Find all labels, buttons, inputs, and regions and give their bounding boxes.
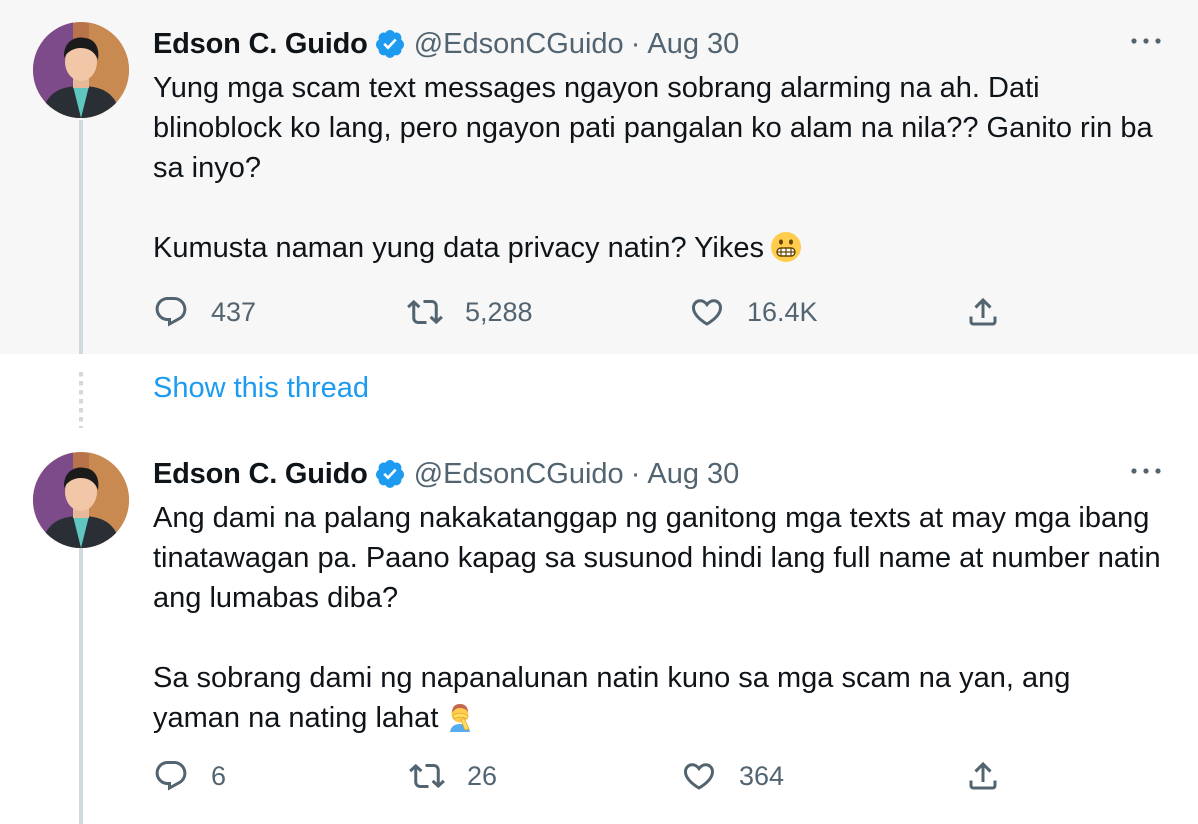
timeline: Edson C. Guido @EdsonCGuido · Aug 30 Yun…: [0, 0, 1198, 824]
reply-count: 437: [211, 296, 257, 327]
heart-icon: [691, 299, 723, 326]
reply-icon: [155, 761, 187, 791]
display-name[interactable]: Edson C. Guido: [153, 458, 368, 491]
thread-connector-line: [79, 548, 83, 824]
tweet-paragraph: Ang dami na palang nakakatanggap ng gani…: [153, 502, 1161, 614]
tweet-paragraph-text: Sa sobrang dami ng napanalunan natin kun…: [153, 662, 1071, 734]
tweet-text: Yung mga scam text messages ngayon sobra…: [153, 68, 1163, 268]
retweet-count: 5,288: [465, 296, 533, 327]
retweet-count: 26: [467, 760, 498, 791]
tweet-header: Edson C. Guido @EdsonCGuido · Aug 30: [153, 26, 739, 62]
tweet-text: Ang dami na palang nakakatanggap ng gani…: [153, 498, 1163, 738]
like-button[interactable]: 364: [681, 756, 784, 796]
tweet[interactable]: Edson C. Guido @EdsonCGuido · Aug 30 Ang…: [0, 430, 1198, 824]
reply-button[interactable]: 437: [153, 292, 256, 332]
user-handle[interactable]: @EdsonCGuido: [414, 458, 624, 491]
tweet-paragraph-text: Kumusta naman yung data privacy natin? Y…: [153, 232, 764, 264]
grimacing-face-icon: [770, 232, 801, 262]
tweet-paragraph-with-emoji: Sa sobrang dami ng napanalunan natin kun…: [153, 658, 1163, 738]
heart-icon: [683, 763, 715, 790]
tweet-actions: 437 5,288 16.4K: [153, 292, 1053, 332]
reply-button[interactable]: 6: [153, 756, 226, 796]
reply-count: 6: [211, 760, 227, 791]
tweet-date[interactable]: Aug 30: [647, 458, 739, 491]
tweet-paragraph: Yung mga scam text messages ngayon sobra…: [153, 72, 1153, 184]
avatar-image: [33, 452, 129, 548]
like-count: 16.4K: [747, 296, 818, 327]
tweet-header: Edson C. Guido @EdsonCGuido · Aug 30: [153, 456, 739, 492]
display-name[interactable]: Edson C. Guido: [153, 28, 368, 61]
avatar[interactable]: [33, 22, 129, 118]
retweet-icon: [407, 299, 443, 325]
avatar-image: [33, 22, 129, 118]
tweet-date[interactable]: Aug 30: [647, 28, 739, 61]
share-icon: [969, 297, 997, 326]
like-button[interactable]: 16.4K: [689, 292, 818, 332]
tweet-actions: 6 26 364: [153, 756, 1053, 796]
share-button[interactable]: [965, 756, 1001, 796]
retweet-button[interactable]: 26: [409, 756, 497, 796]
retweet-icon: [409, 763, 445, 789]
share-button[interactable]: [965, 292, 1001, 332]
verified-badge-icon: [375, 460, 404, 488]
more-icon[interactable]: [1128, 464, 1164, 478]
avatar[interactable]: [33, 452, 129, 548]
tweet[interactable]: Edson C. Guido @EdsonCGuido · Aug 30 Yun…: [0, 0, 1198, 354]
retweet-button[interactable]: 5,288: [407, 292, 533, 332]
thread-connector-line: [79, 120, 83, 354]
like-count: 364: [739, 760, 785, 791]
share-icon: [969, 761, 997, 790]
tweet-paragraph-with-emoji: Kumusta naman yung data privacy natin? Y…: [153, 228, 1163, 268]
separator-dot: ·: [630, 27, 641, 60]
show-thread-row: Show this thread: [0, 354, 1198, 430]
facepalm-icon: [450, 704, 471, 732]
verified-badge-icon: [375, 30, 404, 58]
more-icon[interactable]: [1128, 34, 1164, 48]
reply-icon: [155, 297, 187, 327]
thread-dotted-connector: [79, 372, 83, 428]
separator-dot: ·: [630, 457, 641, 490]
show-thread-link[interactable]: Show this thread: [153, 372, 369, 405]
user-handle[interactable]: @EdsonCGuido: [414, 28, 624, 61]
